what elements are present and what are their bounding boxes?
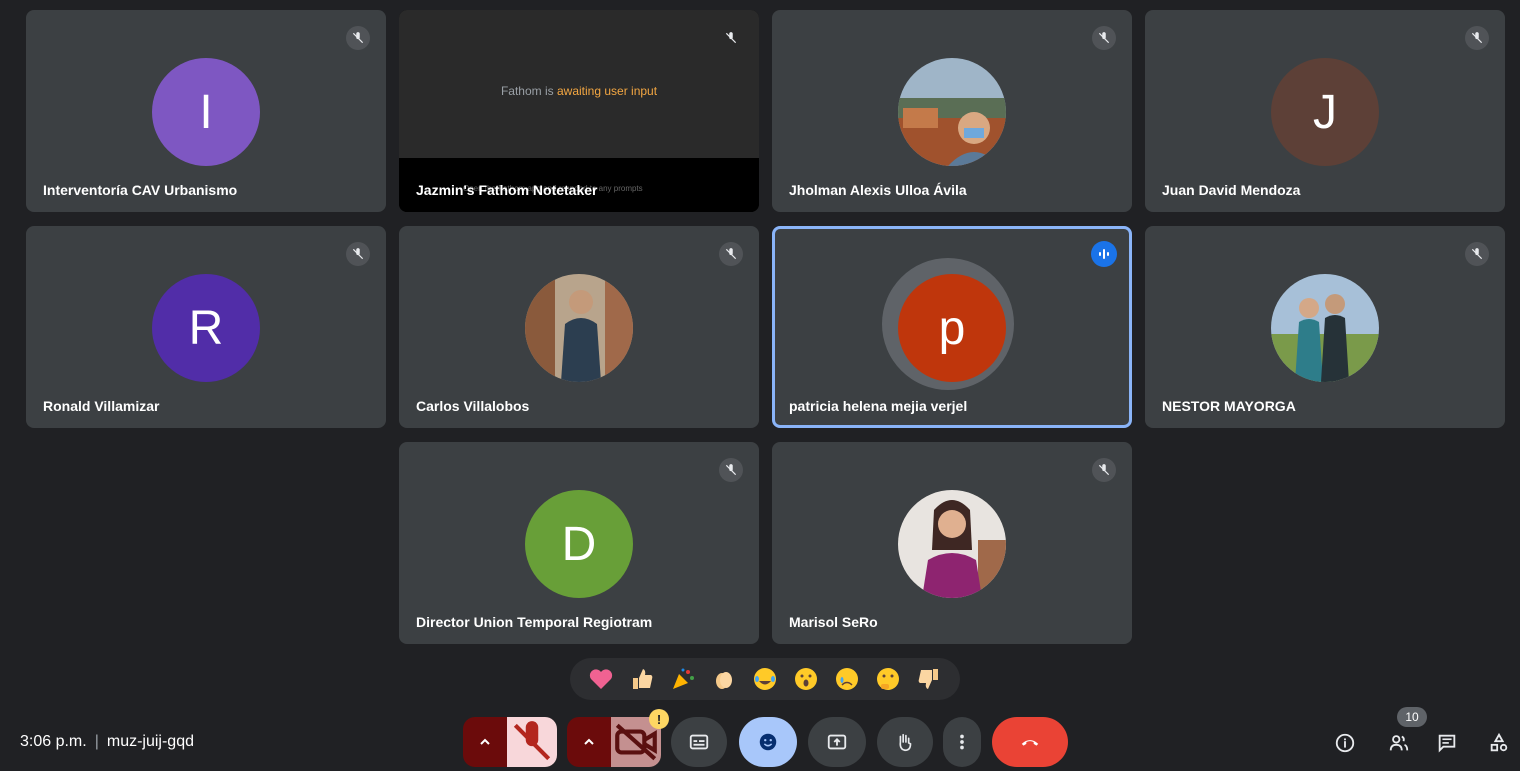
people-button[interactable] [1386,730,1412,756]
present-button[interactable] [808,717,866,767]
tears-of-joy-icon[interactable] [749,663,781,695]
captions-button[interactable] [671,717,727,767]
participant-tile[interactable]: NESTOR MAYORGA [1145,226,1505,428]
thumbs-down-icon[interactable] [913,663,945,695]
avatar: p [898,274,1006,382]
more-vert-icon [960,734,964,750]
mic-off-icon [719,26,743,50]
mic-off-icon [719,242,743,266]
participant-name: patricia helena mejia verjel [789,398,968,414]
avatar: J [1271,58,1379,166]
mic-off-icon [719,458,743,482]
mic-off-icon [346,26,370,50]
surprised-face-icon[interactable] [790,663,822,695]
avatar-photo [1271,274,1379,382]
participant-name: Jazmin's Fathom Notetaker [416,182,598,198]
participant-name: Ronald Villamizar [43,398,160,414]
participant-tile[interactable]: Jholman Alexis Ulloa Ávila [772,10,1132,212]
meeting-time: 3:06 p.m. [20,733,87,750]
meeting-code: muz-juij-gqd [106,733,194,750]
participant-name: Jholman Alexis Ulloa Ávila [789,182,967,198]
crying-face-icon[interactable] [831,663,863,695]
raise-hand-button[interactable] [877,717,933,767]
avatar-initial: J [1313,85,1337,139]
emoji-icon [759,733,777,751]
participant-name: Interventoría CAV Urbanismo [43,182,238,198]
participant-name: Juan David Mendoza [1162,182,1301,198]
clapping-hands-icon[interactable] [708,663,740,695]
fathom-status-highlight: awaiting user input [556,84,658,98]
avatar-photo [898,58,1006,166]
reactions-button[interactable] [739,717,797,767]
thinking-face-icon[interactable] [872,663,904,695]
more-options-button[interactable] [943,717,981,767]
participant-name: NESTOR MAYORGA [1162,398,1296,414]
participant-tile-active[interactable]: p patricia helena mejia verjel [772,226,1132,428]
speaking-indicator-icon [1091,241,1117,267]
chat-button[interactable] [1434,730,1460,756]
chat-icon [1438,734,1456,753]
mic-control [463,717,557,767]
people-icon [1389,735,1409,751]
fathom-status-prefix: Fathom is [500,84,554,98]
camera-control: ! [567,709,669,767]
mic-off-icon [513,721,551,761]
leave-call-button[interactable] [992,717,1068,767]
meeting-info: 3:06 p.m. | muz-juij-gqd [20,733,194,751]
participant-tile[interactable]: D Director Union Temporal Regiotram [399,442,759,644]
participant-tile[interactable]: J Juan David Mendoza [1145,10,1505,212]
camera-options-button[interactable] [567,717,611,767]
mic-options-button[interactable] [463,717,507,767]
people-count-badge: 10 [1397,707,1427,727]
avatar: D [525,490,633,598]
mic-off-icon [1092,458,1116,482]
participant-tile[interactable]: Carlos Villalobos [399,226,759,428]
mic-off-icon [1465,26,1489,50]
raise-hand-icon [899,733,912,752]
reaction-bar [570,658,960,700]
fathom-screen: Fathom is awaiting user input [399,10,759,158]
meeting-separator: | [94,733,99,750]
avatar-initial: p [938,301,966,355]
hang-up-icon [1021,740,1039,746]
camera-toggle-button[interactable]: ! [611,709,669,767]
thumbs-up-icon[interactable] [626,663,658,695]
avatar: I [152,58,260,166]
mic-off-icon [1465,242,1489,266]
participant-tile[interactable]: I Interventoría CAV Urbanismo [26,10,386,212]
participant-tile[interactable]: R Ronald Villamizar [26,226,386,428]
participant-name: Carlos Villalobos [416,398,530,414]
present-screen-icon [827,734,847,750]
avatar-initial: R [188,301,224,355]
mic-toggle-button[interactable] [507,717,557,767]
info-icon [1335,733,1355,753]
activities-button[interactable] [1486,730,1512,756]
fathom-status: Fathom is awaiting user input [399,84,759,98]
avatar-initial: I [199,85,213,139]
avatar-initial: D [561,517,597,571]
avatar-photo [898,490,1006,598]
participant-name: Director Union Temporal Regiotram [416,614,653,630]
captions-icon [689,734,709,750]
mic-off-icon [1092,26,1116,50]
avatar-photo [525,274,633,382]
participant-tile[interactable]: Fathom is awaiting user input Open the F… [399,10,759,212]
mic-off-icon [346,242,370,266]
meeting-details-button[interactable] [1332,730,1358,756]
avatar: R [152,274,260,382]
party-popper-icon[interactable] [667,663,699,695]
sparkling-heart-icon[interactable] [585,663,617,695]
participant-name: Marisol SeRo [789,614,878,630]
camera-warning-badge: ! [649,709,669,729]
participant-tile[interactable]: Marisol SeRo [772,442,1132,644]
activities-icon [1490,732,1508,752]
